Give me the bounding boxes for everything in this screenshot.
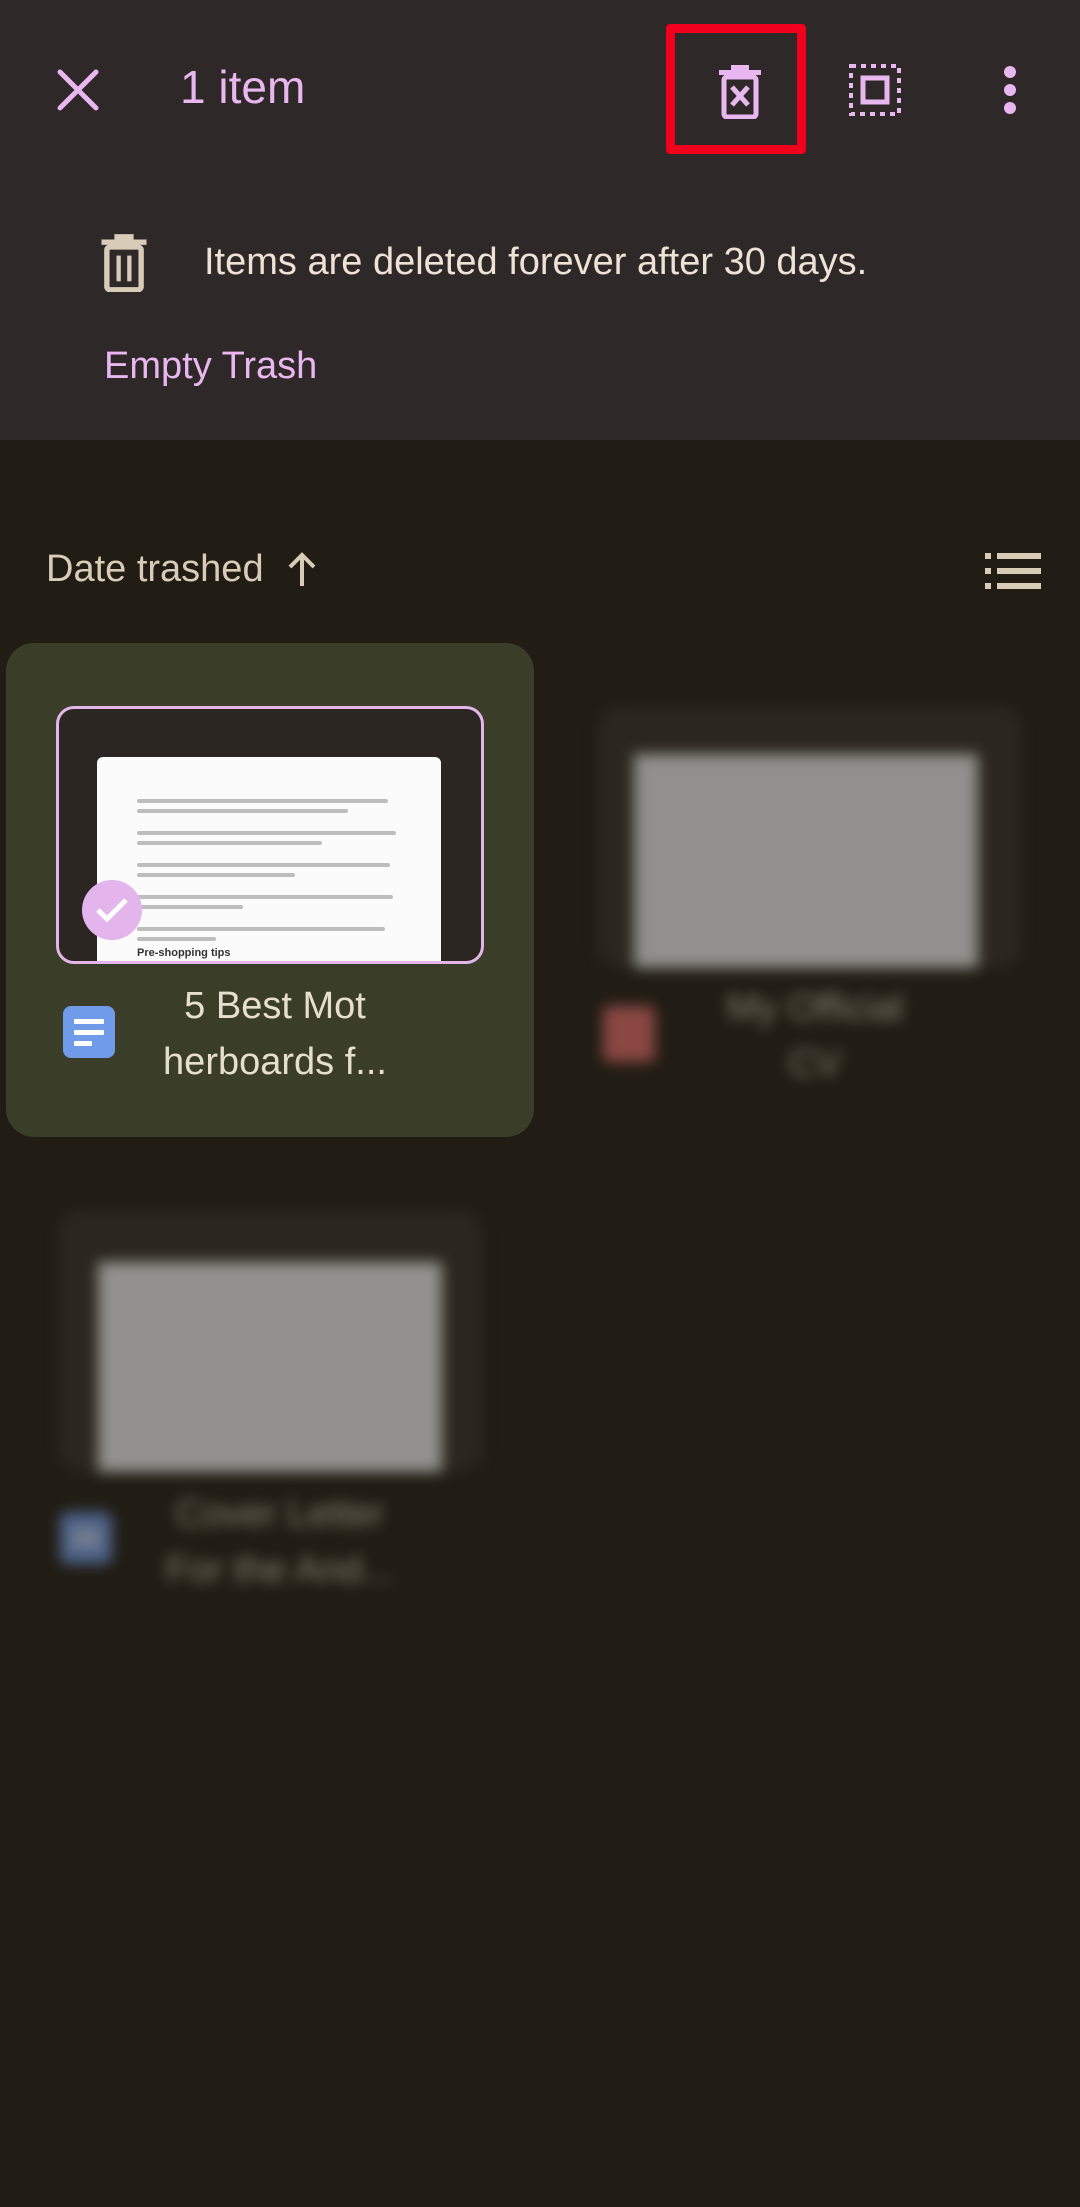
cv-preview xyxy=(634,754,978,968)
document-preview: Pre-shopping tips xyxy=(97,757,441,961)
arrow-up-icon xyxy=(288,551,315,586)
file-name-3-line1: Cover Letter xyxy=(175,1493,385,1535)
sort-label: Date trashed xyxy=(46,548,264,590)
preview-heading: Pre-shopping tips xyxy=(137,947,231,959)
selected-check-badge[interactable] xyxy=(82,880,142,940)
select-all-button[interactable] xyxy=(835,50,915,130)
select-all-icon xyxy=(849,64,901,116)
google-docs-icon xyxy=(60,1512,112,1564)
file-name-2-line2: CV xyxy=(788,1043,842,1085)
top-app-bar: 1 item Items are deleted forever after 3… xyxy=(0,0,1080,440)
trash-icon xyxy=(101,234,147,292)
check-icon xyxy=(96,898,128,923)
close-selection-button[interactable] xyxy=(38,50,118,130)
delete-forever-button[interactable] xyxy=(690,36,790,146)
file-thumbnail-2[interactable] xyxy=(598,706,1022,968)
file-thumbnail-3[interactable] xyxy=(58,1210,482,1472)
close-icon xyxy=(57,69,99,111)
more-options-button[interactable] xyxy=(975,50,1045,130)
sort-control[interactable]: Date trashed xyxy=(46,548,318,591)
file-name-3: Cover Letter For the And... xyxy=(130,1486,430,1598)
file-name-line2: herboards f... xyxy=(163,1041,387,1083)
file-name: 5 Best Mot herboards f... xyxy=(140,978,410,1090)
list-view-icon xyxy=(985,553,1041,589)
pdf-icon xyxy=(603,1006,655,1062)
empty-trash-button[interactable]: Empty Trash xyxy=(104,345,317,388)
file-name-2-line1: My Official xyxy=(726,987,904,1029)
notice-text: Items are deleted forever after 30 days. xyxy=(204,240,868,283)
google-docs-icon xyxy=(63,1006,115,1058)
delete-forever-icon xyxy=(719,65,761,119)
file-name-2: My Official CV xyxy=(675,980,955,1092)
more-vert-icon xyxy=(1004,66,1016,114)
trash-retention-notice: Items are deleted forever after 30 days. xyxy=(96,232,867,292)
file-name-line1: 5 Best Mot xyxy=(184,985,366,1027)
file-name-3-line2: For the And... xyxy=(165,1549,395,1591)
list-view-toggle-button[interactable] xyxy=(982,548,1044,594)
cover-letter-preview xyxy=(98,1262,442,1472)
selection-count-title: 1 item xyxy=(180,61,306,113)
